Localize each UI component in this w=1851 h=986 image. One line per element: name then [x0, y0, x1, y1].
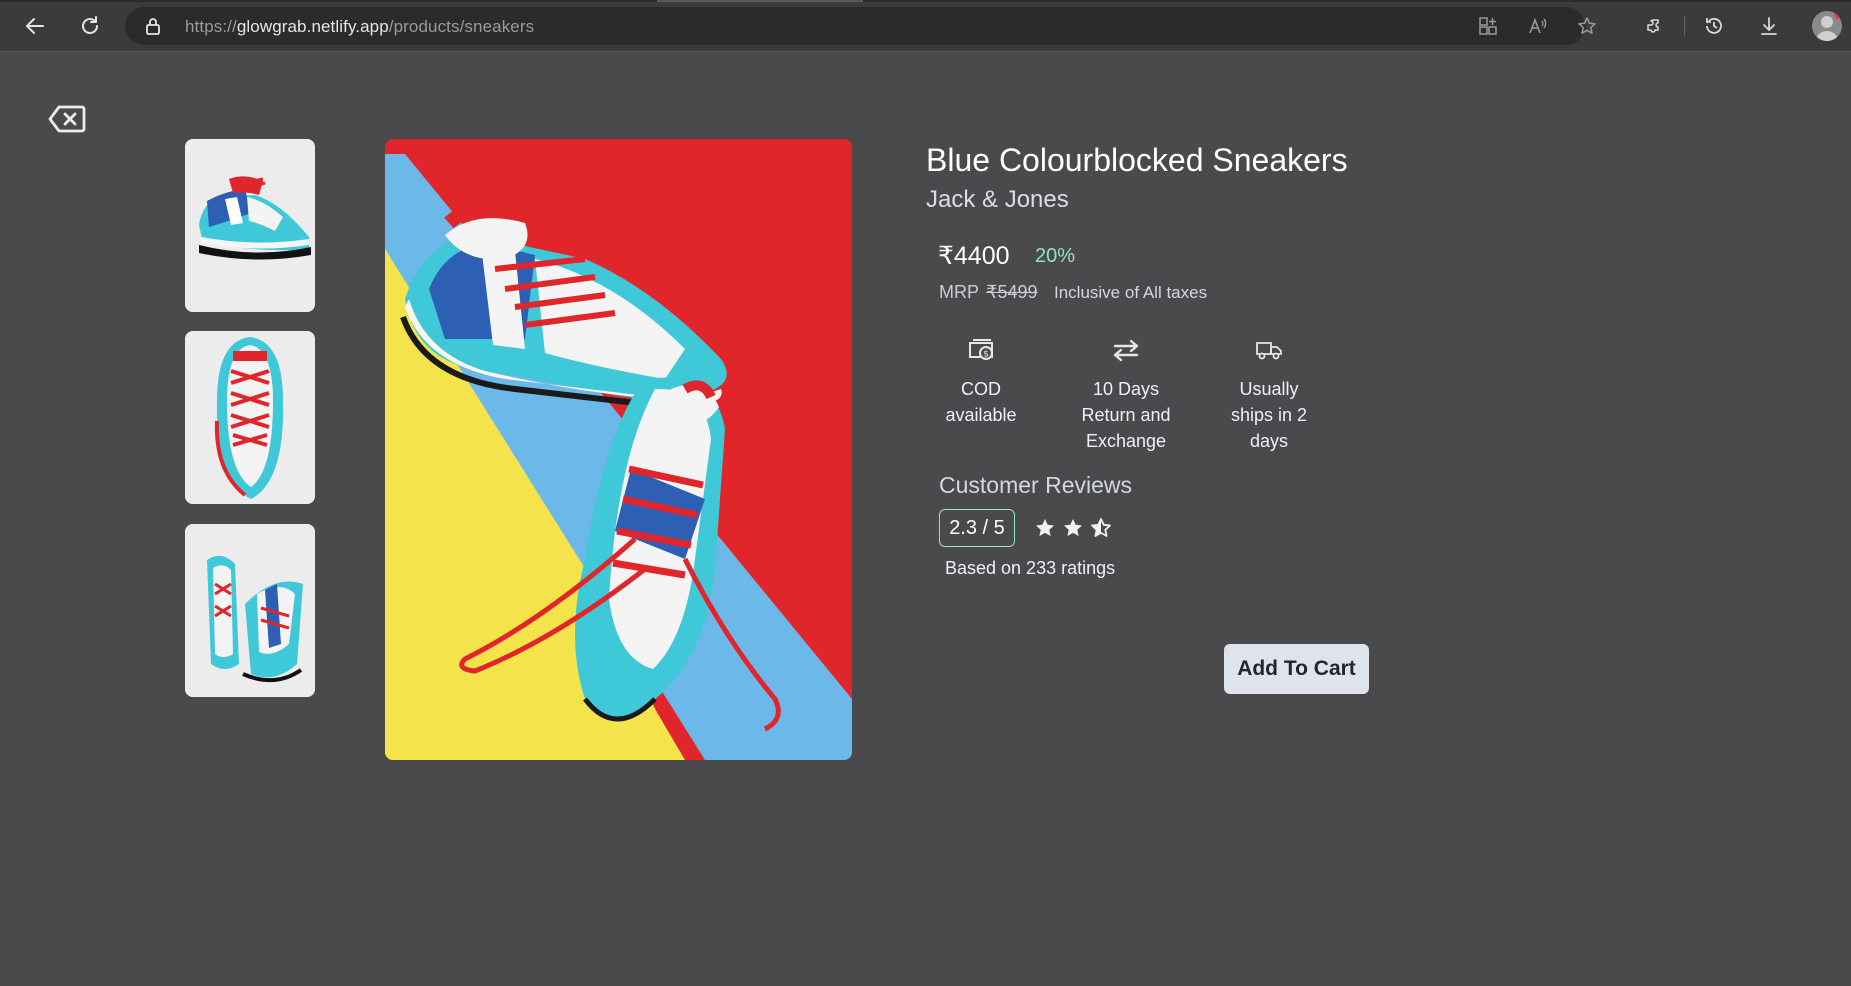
- feature-cod-line1: COD: [961, 379, 1001, 399]
- truck-icon: [1219, 336, 1319, 364]
- notification-dot: [1834, 11, 1842, 19]
- rating-score: 2.3 / 5: [939, 509, 1015, 547]
- active-tab-indicator: [657, 0, 863, 2]
- star-rating: [1034, 517, 1112, 539]
- extensions-icon[interactable]: [1640, 12, 1668, 40]
- url-host: glowgrab.netlify.app: [236, 17, 389, 36]
- feature-return-line2: Return and: [1081, 405, 1171, 425]
- download-icon[interactable]: [1755, 12, 1783, 40]
- add-to-cart-button[interactable]: Add To Cart: [1224, 644, 1369, 694]
- thumbnail-side-view[interactable]: [185, 139, 315, 312]
- mrp-label: MRP: [939, 282, 979, 302]
- feature-shipping: Usually ships in 2 days: [1219, 336, 1319, 454]
- address-bar[interactable]: https://glowgrab.netlify.app/products/sn…: [125, 7, 1596, 45]
- tax-note: Inclusive of All taxes: [1054, 283, 1208, 302]
- toolbar-divider: [1684, 16, 1685, 36]
- feature-shipping-line1: Usually: [1239, 379, 1299, 399]
- product-main-image: [385, 139, 852, 760]
- tab-strip: [0, 0, 1851, 2]
- svg-text:$: $: [983, 350, 989, 360]
- feature-cod-line2: available: [945, 405, 1017, 425]
- mrp-value: ₹5499: [986, 282, 1038, 302]
- refresh-icon[interactable]: [75, 11, 105, 41]
- thumbnail-pair-view[interactable]: [185, 524, 315, 697]
- history-icon[interactable]: [1700, 12, 1728, 40]
- backspace-close-icon[interactable]: [48, 104, 86, 134]
- url-text[interactable]: https://glowgrab.netlify.app/products/sn…: [185, 17, 534, 37]
- star-half-icon: [1091, 518, 1111, 537]
- product-price: ₹4400: [938, 242, 1010, 270]
- thumbnail-top-view[interactable]: [185, 331, 315, 504]
- star-full-icon: [1064, 519, 1082, 536]
- exchange-icon: [1069, 336, 1183, 364]
- profile-avatar[interactable]: [1812, 11, 1842, 41]
- read-aloud-icon[interactable]: [1527, 15, 1549, 37]
- feature-cod: $ COD available: [931, 336, 1031, 428]
- app-available-icon[interactable]: [1477, 15, 1499, 37]
- feature-return-line1: 10 Days: [1092, 379, 1160, 399]
- lock-icon[interactable]: [145, 17, 161, 40]
- feature-shipping-line2: ships in 2: [1230, 405, 1308, 425]
- cash-icon: $: [931, 336, 1031, 364]
- feature-shipping-line3: days: [1249, 431, 1289, 451]
- feature-return: 10 Days Return and Exchange: [1069, 336, 1183, 454]
- product-brand: Jack & Jones: [926, 186, 1069, 213]
- url-path: /products/sneakers: [388, 17, 535, 36]
- feature-return-line3: Exchange: [1085, 431, 1167, 451]
- back-icon[interactable]: [20, 11, 50, 41]
- product-title: Blue Colourblocked Sneakers: [926, 142, 1348, 178]
- favorite-star-icon[interactable]: [1576, 15, 1598, 37]
- reviews-heading: Customer Reviews: [939, 472, 1132, 498]
- star-full-icon: [1036, 519, 1054, 536]
- browser-toolbar: https://glowgrab.netlify.app/products/sn…: [0, 0, 1851, 52]
- ratings-count: Based on 233 ratings: [945, 558, 1116, 578]
- url-scheme: https://: [185, 17, 237, 36]
- discount-badge: 20%: [1035, 245, 1076, 267]
